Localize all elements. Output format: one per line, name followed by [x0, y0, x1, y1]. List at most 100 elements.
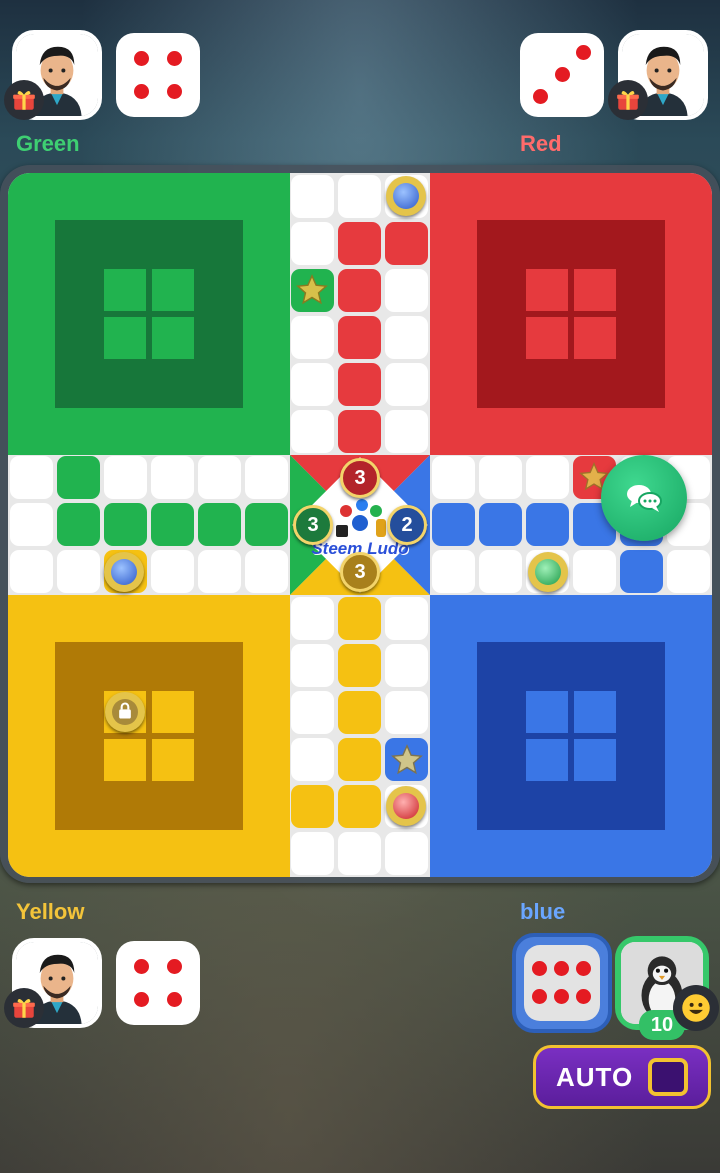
board-cell-green-path[interactable] [245, 503, 288, 546]
board-cell[interactable] [385, 644, 428, 687]
auto-label: AUTO [556, 1061, 634, 1092]
gift-icon[interactable] [4, 80, 44, 120]
token-red[interactable] [386, 786, 426, 826]
board-cell[interactable] [291, 175, 334, 218]
board-cell-green-path[interactable] [104, 503, 147, 546]
emoji-icon [682, 994, 710, 1022]
dice-green[interactable] [116, 33, 200, 117]
board-cell-blue-path[interactable] [479, 503, 522, 546]
board-cell-yellow-path[interactable] [338, 738, 381, 781]
auto-play-toggle[interactable]: AUTO [533, 1045, 711, 1109]
dice-red[interactable] [520, 33, 604, 117]
board-cell[interactable] [57, 550, 100, 593]
board-cell-red-path[interactable] [385, 222, 428, 265]
dice-pip [167, 959, 182, 974]
token-green[interactable] [528, 552, 568, 592]
board-cell-green-path[interactable] [151, 503, 194, 546]
board-cell-yellow-path[interactable] [291, 785, 334, 828]
board-cell-red-path[interactable] [338, 363, 381, 406]
board-cell[interactable] [526, 456, 569, 499]
board-cell[interactable] [479, 456, 522, 499]
dice-blue[interactable] [524, 945, 600, 1021]
board-cell[interactable] [338, 175, 381, 218]
board-cell-yellow-path[interactable] [338, 597, 381, 640]
gift-icon[interactable] [4, 988, 44, 1028]
board-cell[interactable] [385, 597, 428, 640]
center-counter-red: 3 [340, 458, 380, 498]
home-yellow [8, 595, 290, 877]
board-cell[interactable] [291, 363, 334, 406]
dice-blue-active[interactable] [512, 933, 612, 1033]
board-cell[interactable] [385, 269, 428, 312]
dice-pip [134, 51, 149, 66]
board-cell[interactable] [10, 503, 53, 546]
board-cell-green-path[interactable] [57, 503, 100, 546]
dice-pip [555, 67, 570, 82]
gift-icon[interactable] [608, 80, 648, 120]
home-blue-inner [477, 642, 665, 830]
board-cell[interactable] [291, 644, 334, 687]
board-cell-yellow-path[interactable] [338, 691, 381, 734]
dice-pip [576, 961, 591, 976]
board-cell[interactable] [10, 550, 53, 593]
dice-yellow[interactable] [116, 941, 200, 1025]
board-cell-red-path[interactable] [338, 410, 381, 453]
token-blue[interactable] [386, 176, 426, 216]
board-cell[interactable] [245, 550, 288, 593]
board-cell[interactable] [151, 550, 194, 593]
board-cell-green-path[interactable] [57, 456, 100, 499]
board-cell[interactable] [291, 316, 334, 359]
board-cell[interactable] [479, 550, 522, 593]
board-cell[interactable] [291, 410, 334, 453]
board-cell[interactable] [198, 456, 241, 499]
board-cell[interactable] [291, 222, 334, 265]
home-blue [430, 595, 712, 877]
board-cell-yellow-path[interactable] [338, 785, 381, 828]
dice-pip [533, 89, 548, 104]
board-cell[interactable] [151, 456, 194, 499]
lock-icon [119, 702, 131, 719]
board-cell-blue-path[interactable] [526, 503, 569, 546]
board-cell[interactable] [385, 363, 428, 406]
board-cell[interactable] [385, 410, 428, 453]
token-yellow-locked[interactable] [105, 692, 145, 732]
board-cell[interactable] [291, 597, 334, 640]
board-cell[interactable] [432, 550, 475, 593]
board-cell[interactable] [291, 738, 334, 781]
board-cell-red-path[interactable] [338, 269, 381, 312]
auto-checkbox[interactable] [648, 1058, 688, 1096]
board-cell-green-path[interactable] [198, 503, 241, 546]
star-icon [391, 744, 423, 775]
board-cell[interactable] [10, 456, 53, 499]
dice-pip [167, 84, 182, 99]
board-cell-blue-path[interactable] [432, 503, 475, 546]
dice-pip [167, 51, 182, 66]
dice-pip [134, 959, 149, 974]
board-cell[interactable] [573, 550, 616, 593]
board-cell[interactable] [104, 456, 147, 499]
emoji-button[interactable] [673, 985, 719, 1031]
board-cell-red-path[interactable] [338, 316, 381, 359]
board-cell[interactable] [198, 550, 241, 593]
board-cell[interactable] [291, 832, 334, 875]
board-cell-yellow-path[interactable] [338, 644, 381, 687]
board-cell[interactable] [385, 316, 428, 359]
board-cell[interactable] [245, 456, 288, 499]
dice-pip [167, 992, 182, 1007]
board-cell[interactable] [385, 832, 428, 875]
board-cell[interactable] [667, 550, 710, 593]
player-name-green: Green [16, 131, 80, 156]
board-cell[interactable] [385, 691, 428, 734]
board-cell-blue-path[interactable] [620, 550, 663, 593]
center-counter-blue: 2 [387, 505, 427, 545]
board-cell[interactable] [291, 691, 334, 734]
player-name-red: Red [520, 131, 562, 156]
star-icon [296, 274, 328, 305]
dice-pip [554, 961, 569, 976]
chat-button[interactable] [601, 455, 687, 541]
board-cell-red-path[interactable] [338, 222, 381, 265]
board-cell[interactable] [432, 456, 475, 499]
dice-pip [576, 989, 591, 1004]
board-cell[interactable] [338, 832, 381, 875]
token-blue[interactable] [104, 552, 144, 592]
